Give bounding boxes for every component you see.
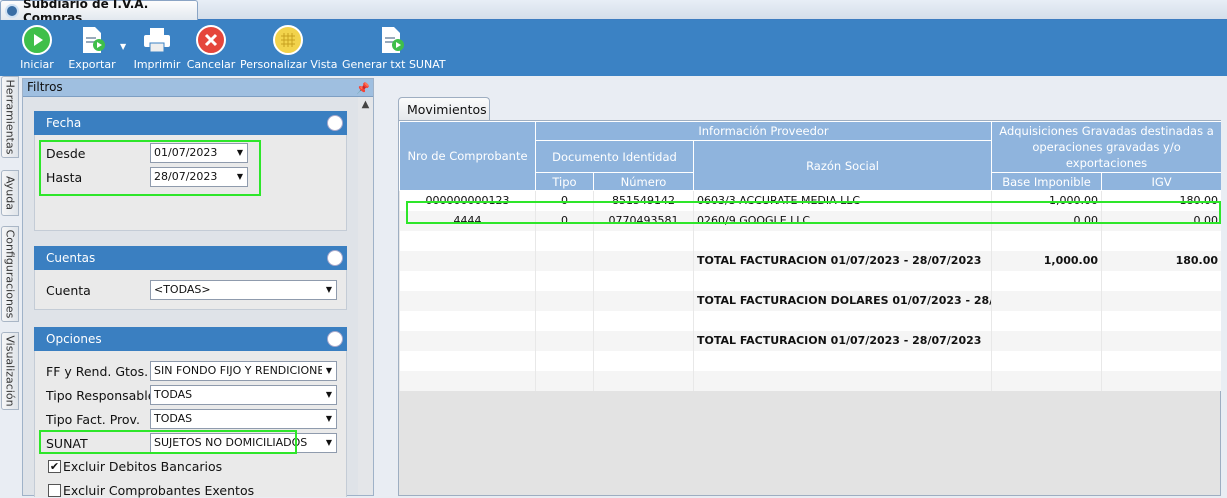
printer-icon [142, 25, 172, 55]
total-row[interactable]: TOTAL FACTURACION DOLARES 01/07/2023 - 2… [399, 290, 1223, 311]
export-document-icon [77, 25, 107, 55]
col-group-doc-identidad: Documento Identidad [535, 140, 694, 173]
tipo-fact-prov-select[interactable]: TODAS [150, 409, 337, 429]
cuentas-group-header[interactable]: Cuentas [34, 246, 347, 270]
tab-configuraciones[interactable]: Configuraciones [1, 226, 19, 322]
document-tab-strip: Subdiario de I.V.A. Compras [0, 0, 1227, 25]
cancelar-button[interactable]: Cancelar [186, 20, 236, 76]
filters-title: Filtros [27, 80, 63, 94]
total-row[interactable]: TOTAL FACTURACION 01/07/2023 - 28/07/202… [399, 250, 1223, 271]
document-tab[interactable]: Subdiario de I.V.A. Compras [0, 0, 198, 25]
fecha-group-header[interactable]: Fecha [34, 111, 347, 135]
export-txt-icon [376, 25, 406, 55]
cuenta-select[interactable]: <TODAS> [150, 280, 337, 300]
tipo-responsable-label: Tipo Responsable [46, 388, 156, 403]
cuenta-label: Cuenta [46, 283, 91, 298]
tab-ayuda[interactable]: Ayuda [1, 170, 19, 216]
table-row[interactable] [399, 310, 1223, 331]
google-row-highlight [406, 201, 1221, 224]
table-row[interactable] [399, 350, 1223, 371]
sunat-highlight [39, 430, 297, 454]
table-row[interactable] [399, 270, 1223, 291]
col-group-adquisiciones: Adquisiciones Gravadas destinadas a oper… [991, 121, 1223, 173]
chevron-down-icon [322, 386, 336, 404]
excluir-debitos-label: Excluir Debitos Bancarios [63, 459, 223, 474]
opciones-group-header[interactable]: Opciones [34, 327, 347, 351]
collapse-icon[interactable] [327, 331, 343, 347]
imprimir-button[interactable]: Imprimir [133, 20, 181, 76]
right-scrollbar[interactable] [1221, 78, 1227, 496]
chevron-down-icon [322, 281, 336, 299]
cancel-icon [196, 25, 226, 55]
filters-panel: Filtros 📌 ▲ Fecha Desde 01/07/2023 Hasta… [22, 78, 374, 498]
side-tabs: Herramientas Ayuda Configuraciones Visua… [0, 76, 20, 496]
filters-scrollbar[interactable] [358, 97, 373, 495]
ff-rend-select[interactable]: SIN FONDO FIJO Y RENDICIONES D [150, 361, 337, 381]
col-numero[interactable]: Número [593, 172, 694, 191]
cuentas-group: Cuentas Cuenta <TODAS> [34, 246, 347, 310]
col-nro-comprobante[interactable]: Nro de Comprobante [399, 121, 536, 191]
col-igv[interactable]: IGV [1101, 172, 1223, 191]
toolbar: Iniciar Exportar ▼ Imprimir Cancelar Per… [0, 20, 1227, 76]
ff-rend-label: FF y Rend. Gtos. [46, 364, 149, 379]
collapse-icon[interactable] [327, 250, 343, 266]
tipo-fact-prov-label: Tipo Fact. Prov. [46, 412, 140, 427]
total-row[interactable]: TOTAL FACTURACION 01/07/2023 - 28/07/202… [399, 330, 1223, 351]
chevron-down-icon [322, 362, 336, 380]
excluir-exentos-checkbox[interactable] [48, 484, 61, 497]
app-icon [5, 4, 19, 18]
col-tipo[interactable]: Tipo [535, 172, 594, 191]
filters-header: Filtros 📌 [23, 79, 373, 97]
excluir-debitos-checkbox[interactable]: ✔ [48, 460, 61, 473]
tab-herramientas[interactable]: Herramientas [1, 76, 19, 158]
iniciar-button[interactable]: Iniciar [8, 20, 66, 76]
tab-visualizacion[interactable]: Visualización [1, 332, 19, 410]
col-group-info-proveedor: Información Proveedor [534, 121, 993, 141]
play-icon [22, 25, 52, 55]
chevron-down-icon [322, 434, 336, 452]
exportar-button[interactable]: Exportar [66, 20, 118, 76]
grid-view-icon [273, 25, 303, 55]
table-row[interactable] [399, 370, 1223, 391]
chevron-down-icon [322, 410, 336, 428]
opciones-group: Opciones FF y Rend. Gtos. SIN FONDO FIJO… [34, 327, 347, 498]
table-row[interactable] [399, 230, 1223, 251]
personalizar-vista-button[interactable]: Personalizar Vista [240, 20, 337, 76]
fecha-group: Fecha Desde 01/07/2023 Hasta 28/07/2023 [34, 111, 347, 231]
col-base-imponible[interactable]: Base Imponible [991, 172, 1103, 191]
pin-icon[interactable]: 📌 [356, 80, 370, 97]
collapse-icon[interactable] [327, 115, 343, 131]
movimientos-grid: Nro de Comprobante Información Proveedor… [399, 121, 1223, 391]
exportar-dropdown-icon[interactable]: ▼ [120, 42, 126, 51]
tab-movimientos[interactable]: Movimientos [398, 97, 490, 121]
fecha-highlight [39, 140, 261, 196]
scroll-up-icon[interactable]: ▲ [358, 97, 373, 112]
generar-txt-sunat-button[interactable]: Generar txt SUNAT [342, 20, 446, 76]
tipo-responsable-select[interactable]: TODAS [150, 385, 337, 405]
col-razon-social[interactable]: Razón Social [692, 140, 993, 191]
